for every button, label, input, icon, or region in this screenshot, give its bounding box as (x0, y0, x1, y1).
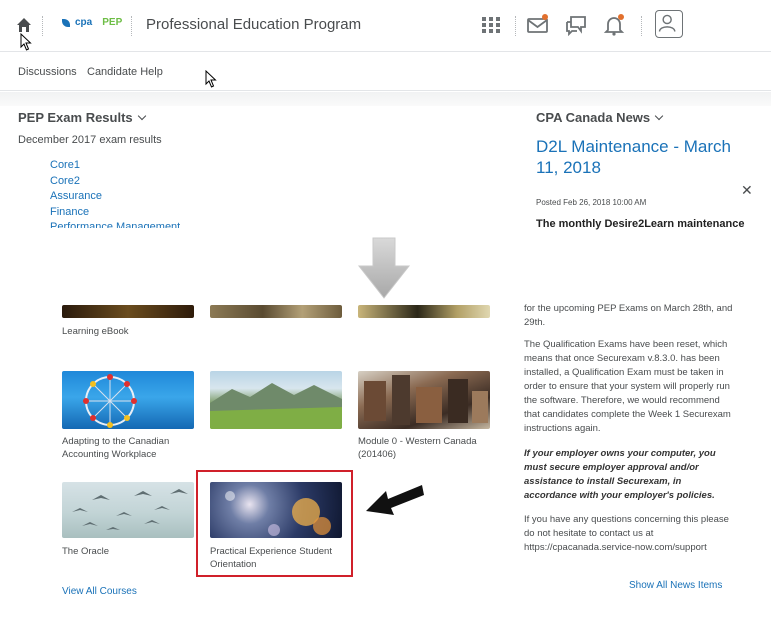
brand-cpa: cpa (75, 17, 93, 28)
notification-alert-dot (618, 14, 624, 20)
nav-link-discussions[interactable]: Discussions (18, 66, 77, 78)
nav-link-candidate-help[interactable]: Candidate Help (87, 66, 163, 78)
message-alert-dot (542, 14, 548, 20)
home-icon[interactable] (16, 17, 32, 33)
separator (515, 16, 516, 36)
cpa-leaf-icon (62, 18, 70, 27)
close-icon[interactable]: ✕ (741, 182, 753, 199)
course-tile-image[interactable] (210, 305, 342, 318)
exam-link-assurance[interactable]: Assurance (50, 189, 180, 205)
chevron-down-icon[interactable] (654, 111, 664, 121)
course-tile-image[interactable] (62, 305, 194, 318)
highlight-box (196, 470, 353, 577)
course-tile-image[interactable] (62, 482, 194, 538)
course-tile-caption[interactable]: Adapting to the Canadian Accounting Work… (62, 435, 202, 461)
show-all-news-link[interactable]: Show All News Items (629, 580, 722, 591)
exam-link-performance-management[interactable]: Performance Management (50, 220, 180, 228)
course-tile-image[interactable] (62, 371, 194, 429)
course-tile-caption[interactable]: The Oracle (62, 545, 202, 558)
content-top-shadow (0, 92, 771, 106)
course-tile-caption[interactable]: Module 0 - Western Canada (201406) (358, 435, 498, 461)
news-posted-date: Posted Feb 26, 2018 10:00 AM (536, 198, 647, 207)
course-tile-image[interactable] (210, 371, 342, 429)
mouse-cursor-icon (20, 33, 32, 51)
exam-results-subtitle: December 2017 exam results (18, 134, 162, 146)
discussion-icon[interactable] (564, 14, 588, 37)
mouse-cursor-icon (205, 70, 217, 88)
exam-results-title-text: PEP Exam Results (18, 110, 133, 125)
top-navbar: cpa PEP Professional Education Program (0, 0, 771, 52)
brand-pep: PEP (102, 17, 123, 28)
exam-link-core2[interactable]: Core2 (50, 174, 180, 190)
transition-down-arrow-icon (357, 237, 411, 299)
news-widget-title[interactable]: CPA Canada News (536, 110, 664, 125)
news-paragraph: The Qualification Exams have been reset,… (524, 339, 731, 434)
chevron-down-icon[interactable] (137, 111, 146, 121)
program-title: Professional Education Program (146, 16, 362, 33)
exam-link-core1[interactable]: Core1 (50, 158, 180, 174)
course-tile-image[interactable] (358, 371, 490, 429)
exam-results-list: Core1 Core2 Assurance Finance Performanc… (50, 158, 180, 228)
separator (641, 16, 642, 36)
profile-icon[interactable] (655, 10, 683, 38)
news-lead-text: The monthly Desire2Learn maintenance (536, 218, 745, 230)
news-title-text: CPA Canada News (536, 110, 651, 125)
news-paragraph: for the upcoming PEP Exams on March 28th… (524, 303, 733, 328)
course-tile-caption[interactable]: Learning eBook (62, 325, 202, 338)
view-all-courses-link[interactable]: View All Courses (62, 586, 137, 597)
exam-results-widget-title[interactable]: PEP Exam Results (18, 110, 146, 125)
news-paragraph: If you have any questions concerning thi… (524, 514, 729, 553)
separator (131, 16, 132, 36)
pointer-arrow-icon (366, 485, 424, 515)
course-tile-image[interactable] (358, 305, 490, 318)
news-paragraph-emphasis: If your employer owns your computer, you… (524, 448, 716, 501)
course-grid-icon[interactable] (479, 14, 503, 36)
sub-navbar: Discussions Candidate Help (0, 53, 771, 91)
news-headline[interactable]: D2L Maintenance - March 11, 2018 (536, 136, 746, 178)
separator (42, 16, 43, 36)
exam-link-finance[interactable]: Finance (50, 205, 180, 221)
cpa-pep-logo[interactable]: cpa PEP (62, 17, 122, 28)
